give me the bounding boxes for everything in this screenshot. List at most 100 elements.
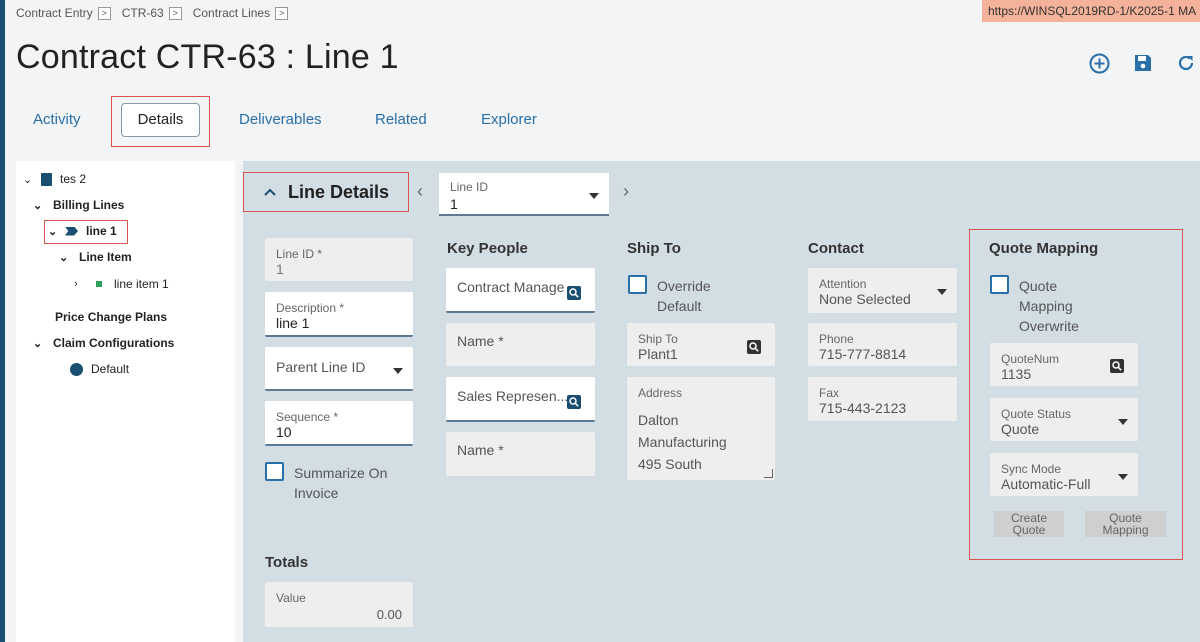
label-line: Override — [657, 278, 711, 294]
sequence-field[interactable]: Sequence * 10 — [265, 401, 413, 446]
tree-node-billing-lines[interactable]: ⌄ Billing Lines — [33, 198, 124, 212]
ship-to-header: Ship To — [627, 240, 681, 257]
breadcrumb-chevron-icon[interactable]: > — [275, 6, 289, 20]
tree-node-root[interactable]: ⌄ tes 2 — [23, 172, 86, 186]
field-label: Value — [276, 591, 306, 605]
previous-arrow-icon[interactable]: ‹ — [417, 181, 423, 202]
tab-deliverables[interactable]: Deliverables — [239, 111, 322, 128]
field-label: Address — [638, 386, 683, 400]
lookup-search-icon[interactable] — [1110, 359, 1124, 373]
contact-header: Contact — [808, 240, 864, 257]
field-value: Quote — [1001, 421, 1040, 437]
line-id-field[interactable]: Line ID * 1 — [265, 238, 413, 281]
tab-details[interactable]: Details — [121, 103, 200, 137]
breadcrumb-chevron-icon[interactable]: > — [97, 6, 111, 20]
field-label: Sales Represen... — [457, 388, 569, 404]
field-label: Contract Manage — [457, 279, 565, 295]
summarize-on-invoice-label: Summarize On Invoice — [294, 463, 387, 503]
add-new-icon[interactable] — [1088, 52, 1110, 74]
tree-node-line-item1[interactable]: › line item 1 — [74, 277, 169, 291]
button-line: Mapping — [1102, 523, 1149, 537]
chevron-up-icon[interactable] — [264, 183, 276, 201]
chevron-down-icon[interactable]: ⌄ — [59, 251, 73, 264]
line-details-header[interactable]: Line Details — [243, 172, 409, 212]
line-id-selector[interactable]: Line ID 1 — [439, 173, 609, 216]
field-label: Ship To — [638, 332, 678, 346]
tree-label-line-item: Line Item — [79, 250, 132, 264]
sync-mode-select[interactable]: Sync Mode Automatic-Full — [990, 453, 1138, 496]
field-label: Parent Line ID — [276, 359, 366, 375]
sales-rep-name-field[interactable]: Name * — [446, 432, 595, 476]
next-arrow-icon[interactable]: › — [623, 181, 629, 202]
section-title: Line Details — [288, 181, 390, 202]
dropdown-caret-icon[interactable] — [937, 289, 947, 295]
phone-field[interactable]: Phone 715-777-8814 — [808, 323, 957, 366]
chevron-down-icon[interactable]: ⌄ — [33, 199, 47, 212]
field-label: Name * — [457, 442, 504, 458]
field-value: Plant1 — [638, 346, 678, 362]
parent-line-id-select[interactable]: Parent Line ID — [265, 347, 413, 391]
fax-field[interactable]: Fax 715-443-2123 — [808, 377, 957, 421]
tab-related[interactable]: Related — [375, 111, 427, 128]
tree-node-claim-configurations[interactable]: ⌄ Claim Configurations — [33, 336, 174, 350]
field-label: Description * — [276, 301, 345, 315]
field-value: 10 — [276, 424, 292, 440]
lookup-search-icon[interactable] — [567, 286, 581, 300]
totals-value-field[interactable]: Value 0.00 — [265, 582, 413, 627]
chevron-down-icon[interactable]: ⌄ — [23, 173, 37, 186]
save-icon[interactable] — [1132, 52, 1154, 74]
breadcrumb-contract-entry[interactable]: Contract Entry — [16, 6, 93, 20]
lookup-search-icon[interactable] — [567, 395, 581, 409]
field-value: 1135 — [1001, 366, 1032, 382]
chevron-down-icon[interactable]: ⌄ — [48, 225, 62, 238]
chevron-down-icon[interactable]: ⌄ — [33, 337, 47, 350]
tree-node-line-item[interactable]: ⌄ Line Item — [59, 250, 132, 264]
tree-node-default[interactable]: Default — [70, 362, 129, 376]
breadcrumb-chevron-icon[interactable]: > — [168, 6, 182, 20]
address-line: Dalton — [638, 412, 679, 428]
refresh-icon[interactable] — [1175, 52, 1197, 74]
contract-manager-name-field[interactable]: Name * — [446, 323, 595, 366]
field-label: Attention — [819, 277, 867, 291]
chevron-right-icon[interactable]: › — [74, 278, 88, 290]
label-line: Overwrite — [1019, 318, 1079, 334]
tab-explorer[interactable]: Explorer — [481, 111, 537, 128]
attention-select[interactable]: Attention None Selected — [808, 268, 957, 313]
override-default-checkbox[interactable] — [628, 275, 647, 294]
tab-activity[interactable]: Activity — [33, 111, 81, 128]
lookup-search-icon[interactable] — [747, 340, 761, 354]
address-textarea[interactable]: Address Dalton Manufacturing 495 South — [627, 377, 775, 480]
quote-mapping-button[interactable]: Quote Mapping — [1085, 511, 1166, 537]
dropdown-caret-icon[interactable] — [1118, 419, 1128, 425]
dropdown-caret-icon[interactable] — [1118, 474, 1128, 480]
contract-manager-field[interactable]: Contract Manage — [446, 268, 595, 313]
description-field[interactable]: Description * line 1 — [265, 292, 413, 337]
field-label: Sync Mode — [1001, 462, 1062, 476]
dropdown-caret-icon[interactable] — [393, 368, 403, 374]
field-value: None Selected — [819, 291, 911, 307]
label-line: Summarize On — [294, 465, 388, 481]
dropdown-caret-icon[interactable] — [589, 193, 599, 199]
field-value: 1 — [276, 261, 284, 277]
tree-node-price-change-plans[interactable]: Price Change Plans — [55, 310, 167, 324]
green-square-icon — [96, 281, 102, 287]
quotenum-field[interactable]: QuoteNum 1135 — [990, 343, 1138, 386]
breadcrumb-ctr[interactable]: CTR-63 — [122, 6, 164, 20]
left-edge-bar — [0, 0, 5, 642]
override-default-label: Override Default — [657, 276, 711, 316]
tree-node-line1[interactable]: ⌄ line 1 — [48, 224, 117, 238]
quote-mapping-overwrite-checkbox[interactable] — [990, 275, 1009, 294]
resize-handle-icon[interactable] — [764, 469, 773, 478]
ship-to-field[interactable]: Ship To Plant1 — [627, 323, 775, 366]
sales-rep-field[interactable]: Sales Represen... — [446, 377, 595, 422]
field-value: 715-777-8814 — [819, 346, 907, 362]
field-label: Name * — [457, 333, 504, 349]
breadcrumb-contract-lines[interactable]: Contract Lines — [193, 6, 270, 20]
quote-status-select[interactable]: Quote Status Quote — [990, 398, 1138, 441]
create-quote-button[interactable]: Create Quote — [994, 511, 1064, 537]
summarize-on-invoice-checkbox[interactable] — [265, 462, 284, 481]
tree-label-billing-lines: Billing Lines — [53, 198, 125, 212]
label-line: Default — [657, 298, 702, 314]
tree-label-default: Default — [91, 362, 130, 376]
field-value: line 1 — [276, 315, 310, 331]
